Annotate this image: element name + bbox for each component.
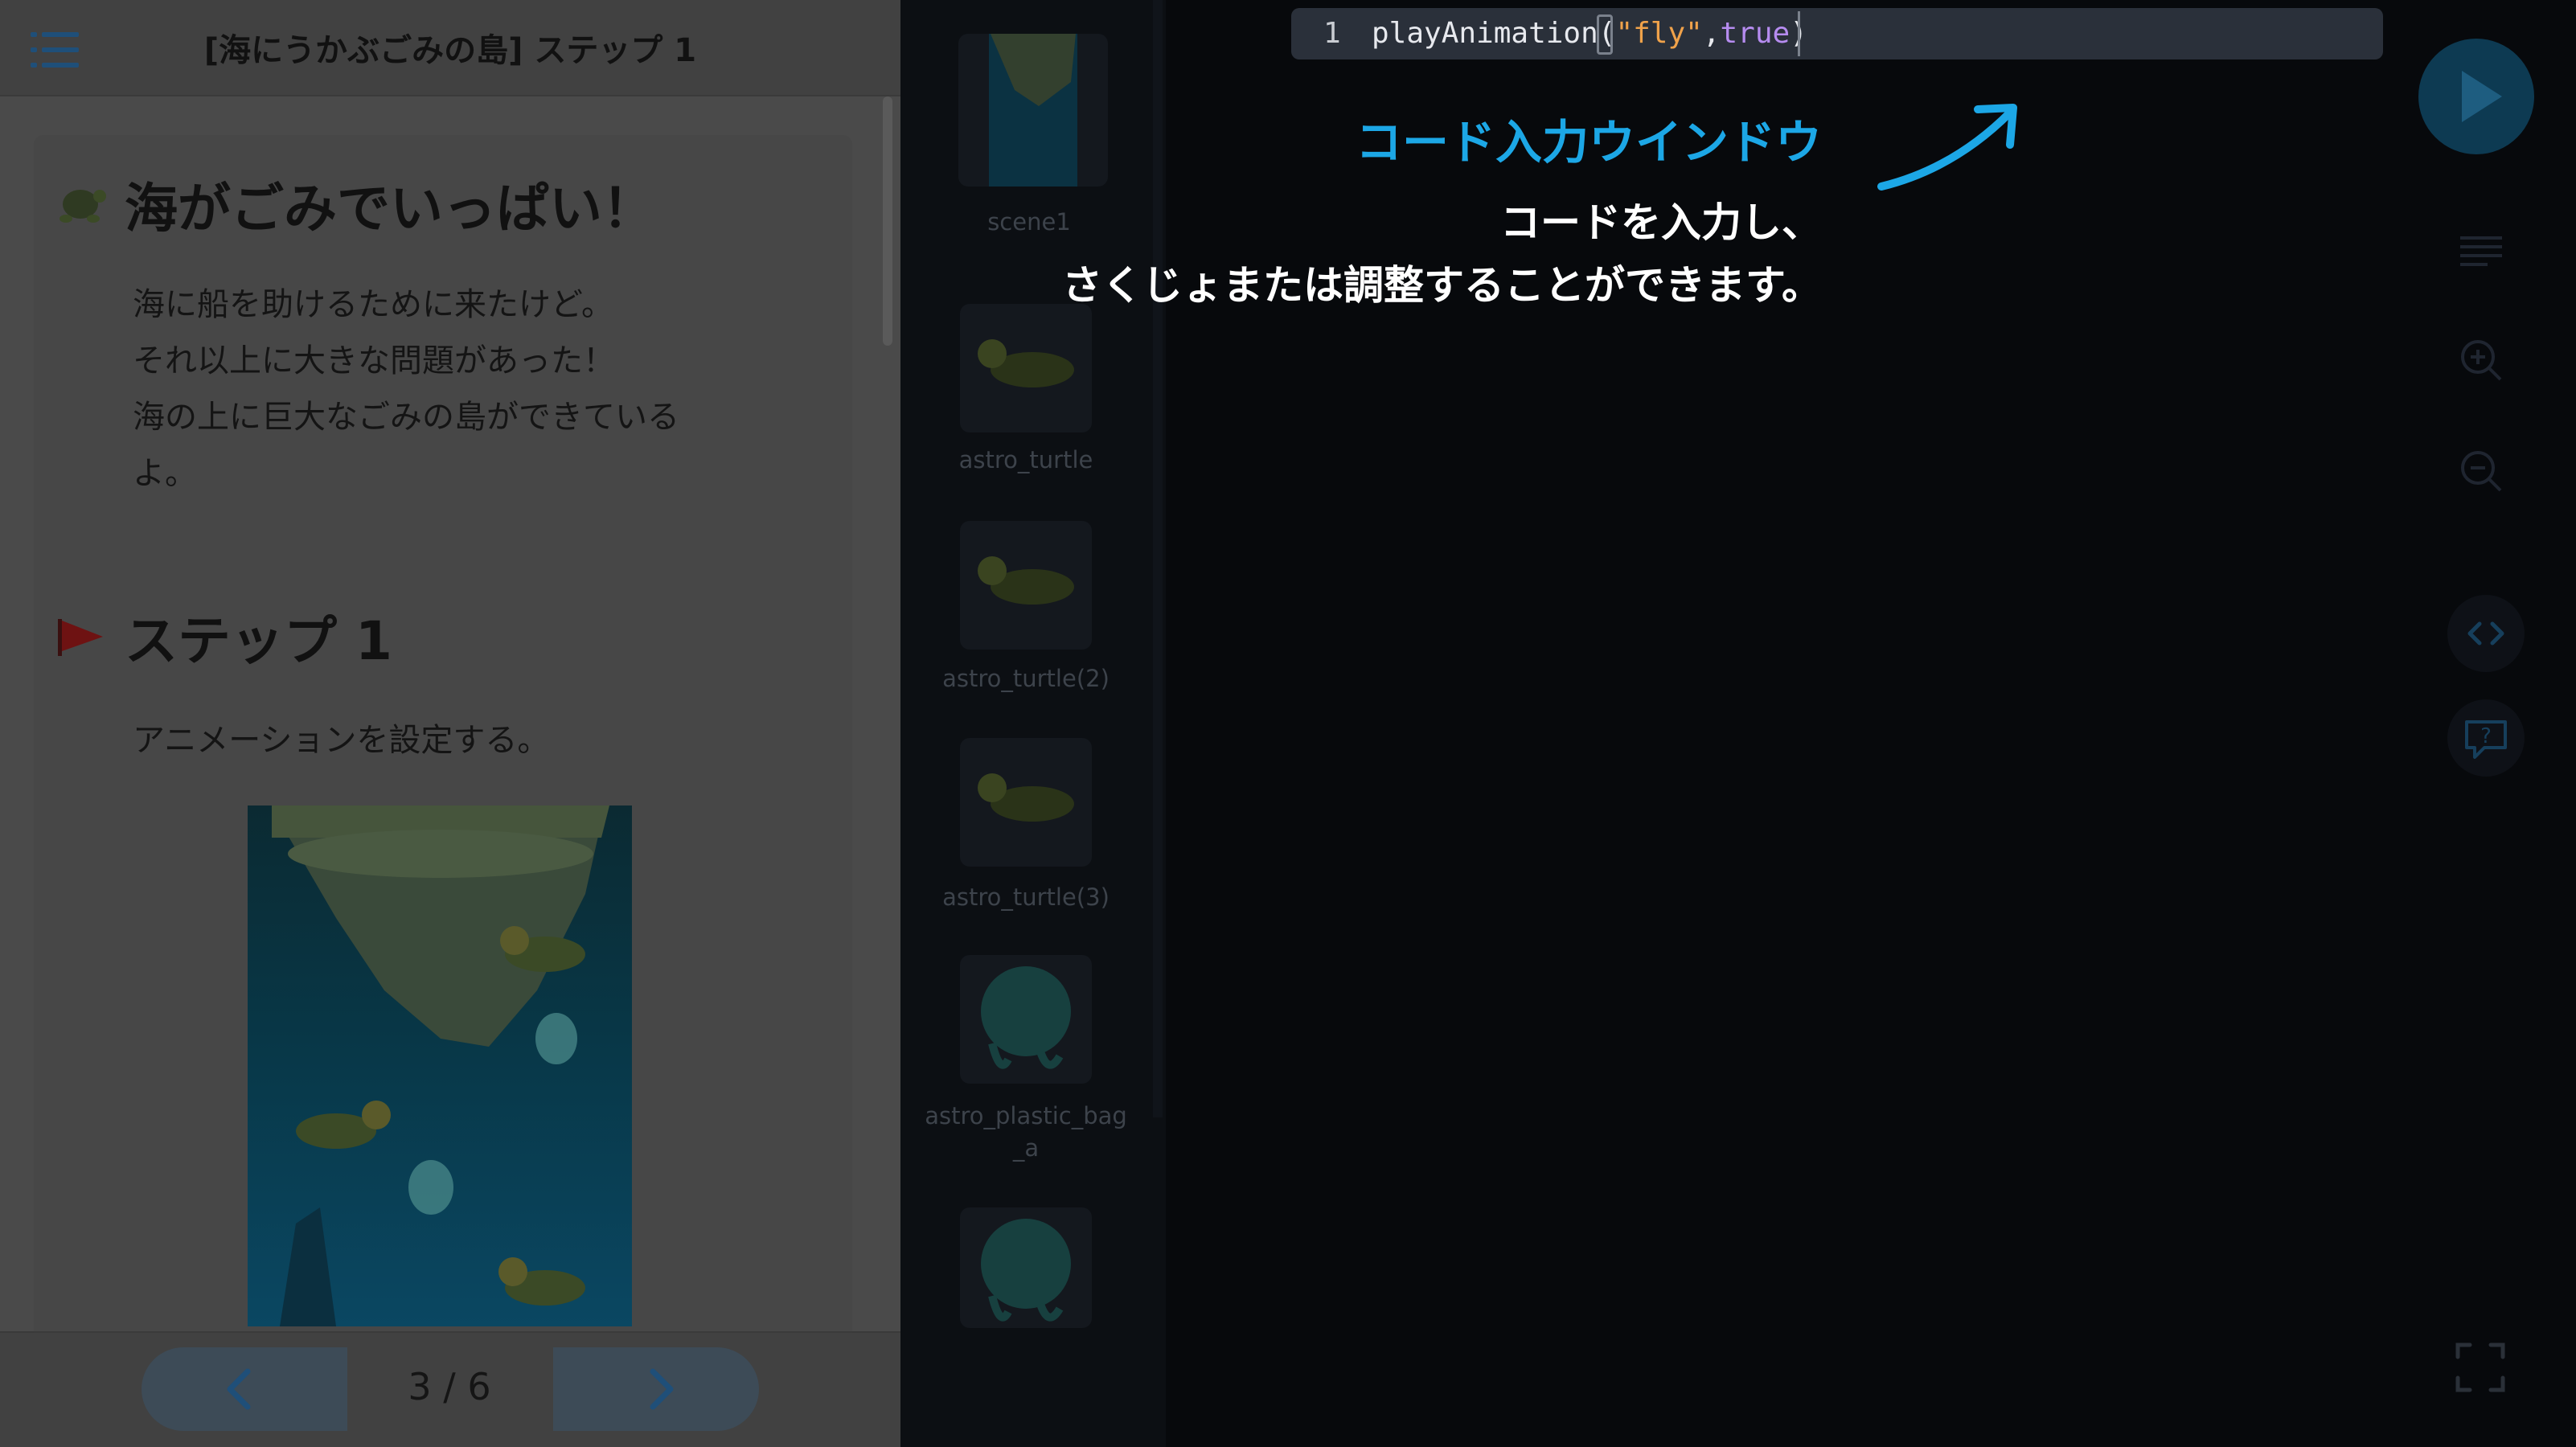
sprite-thumb-astro-plastic-bag-a[interactable] — [960, 955, 1092, 1084]
sprite-list-scrollbar — [1153, 0, 1163, 1117]
text-cursor — [1597, 14, 1613, 55]
prev-page-button[interactable] — [142, 1347, 347, 1431]
play-icon — [2462, 71, 2502, 122]
turtle-sprite-icon — [978, 773, 1074, 822]
turtle-sprite-icon — [978, 339, 1074, 387]
code-keyword: true — [1720, 17, 1790, 50]
intro-line-3: 海の上に巨大なごみの島ができている — [133, 399, 679, 436]
code-comma: , — [1702, 17, 1721, 50]
sprite-thumb-astro-turtle-3[interactable] — [960, 738, 1092, 867]
tutorial-title: コード入力ウインドウ — [1355, 115, 1822, 170]
help-chat-icon: ? — [2465, 720, 2507, 759]
lesson-heading: 海がごみでいっぱい！ — [125, 178, 655, 240]
sprite-thumb-astro-turtle-2[interactable] — [960, 521, 1092, 650]
instruction-header: [海にうかぶごみの島] ステップ 1 — [0, 0, 900, 96]
step-heading: ステップ 1 — [125, 610, 392, 672]
sprite-thumb-plastic-bag[interactable] — [960, 1207, 1092, 1328]
intro-line-2: それ以上に大きな問題があった！ — [133, 342, 615, 379]
next-page-button[interactable] — [553, 1347, 759, 1431]
plastic-bag-sprite-icon — [981, 1219, 1071, 1322]
list-icon[interactable] — [2460, 235, 2502, 267]
lesson-preview-image — [248, 805, 632, 1326]
zoom-out-icon[interactable] — [2459, 449, 2504, 494]
step-text: アニメーションを設定する。 — [133, 722, 550, 759]
sprite-label-astro-turtle-3: astro_turtle(3) — [942, 883, 1110, 911]
sprite-thumb-scene1[interactable] — [958, 34, 1108, 187]
sprite-label-astro-turtle: astro_turtle — [958, 446, 1093, 473]
line-number: 1 — [1323, 17, 1341, 50]
code-icon — [2467, 621, 2504, 646]
turtle-icon — [59, 190, 106, 223]
run-button[interactable] — [2418, 39, 2534, 154]
instruction-scrollbar[interactable] — [883, 96, 892, 346]
line-end-marker — [1798, 11, 1800, 56]
scene-thumbnail-icon — [989, 34, 1077, 187]
code-function: playAnimation( — [1372, 17, 1616, 50]
tutorial-description: コードを入力し、 さくじょまたは調整することができます。 — [965, 191, 1822, 317]
intro-line-4: よ。 — [133, 455, 197, 492]
help-button[interactable]: ? — [2447, 699, 2525, 777]
code-text[interactable]: playAnimation("fly",true) — [1372, 8, 1807, 59]
chevron-left-icon — [227, 1368, 251, 1410]
instruction-footer: 3 / 6 — [0, 1331, 900, 1447]
red-flag-icon — [58, 619, 103, 656]
menu-list-icon[interactable] — [31, 32, 79, 68]
pointer-arrow-icon — [1877, 104, 2017, 191]
sprite-label-astro-turtle-2: astro_turtle(2) — [942, 665, 1110, 692]
chevron-right-icon — [650, 1368, 674, 1410]
plastic-bag-sprite-icon — [981, 966, 1071, 1069]
tutorial-desc-line-1: コードを入力し、 — [1500, 199, 1822, 246]
fullscreen-icon[interactable] — [2455, 1342, 2505, 1392]
intro-line-1: 海に船を助けるために来たけど。 — [133, 286, 613, 323]
sprite-thumb-astro-turtle[interactable] — [960, 304, 1092, 432]
code-view-button[interactable] — [2447, 595, 2525, 672]
page-counter: 3 / 6 — [408, 1365, 491, 1408]
sprite-label-astro-plastic-bag-a: astro_plastic_bag_a — [925, 1102, 1127, 1162]
zoom-in-icon[interactable] — [2459, 338, 2504, 383]
code-string: "fly" — [1615, 17, 1703, 50]
turtle-sprite-icon — [978, 556, 1074, 605]
tutorial-desc-line-2: さくじょまたは調整することができます。 — [1062, 262, 1822, 309]
instruction-panel: [海にうかぶごみの島] ステップ 1 海がごみでいっぱい！ 海に船を助けるために… — [0, 0, 900, 1447]
lesson-title: [海にうかぶごみの島] ステップ 1 — [203, 32, 697, 69]
svg-text:?: ? — [2480, 724, 2492, 748]
code-line-1[interactable]: 1 playAnimation("fly",true) — [1291, 8, 2383, 59]
